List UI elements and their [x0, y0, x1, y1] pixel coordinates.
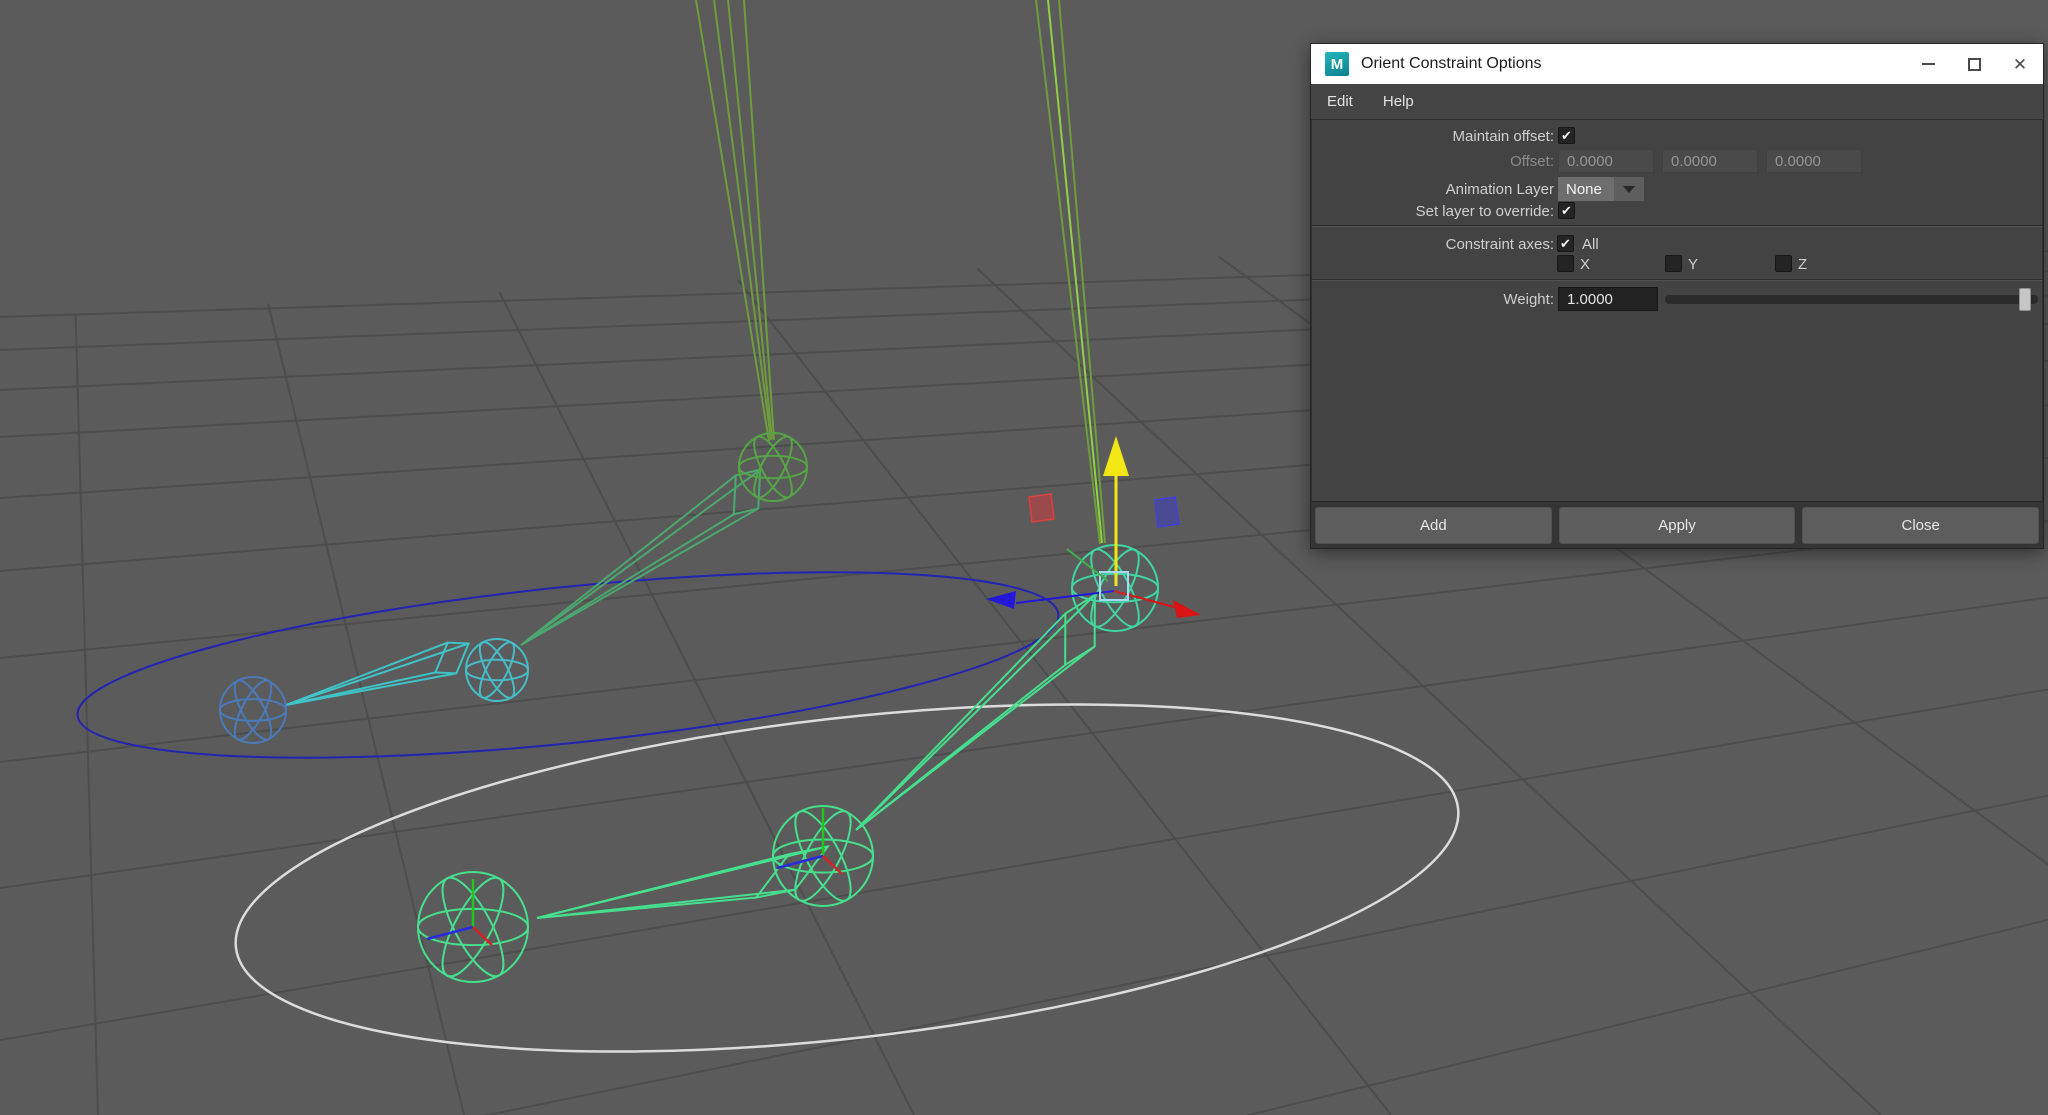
offscreen-bone-lines-left[interactable] — [696, 0, 774, 441]
animation-layer-label: Animation Layer — [1312, 181, 1554, 198]
dialog-titlebar[interactable]: M Orient Constraint Options ✕ — [1311, 44, 2043, 84]
axes-x-checkbox[interactable] — [1557, 255, 1574, 272]
add-button[interactable]: Add — [1315, 507, 1552, 544]
check-icon: ✔ — [1561, 129, 1572, 142]
manip-center-handle[interactable] — [1100, 572, 1128, 600]
maximize-icon — [1968, 58, 1981, 71]
weight-slider[interactable] — [1665, 295, 2038, 304]
offset-x-field: 0.0000 — [1558, 149, 1654, 173]
constraint-axes-label: Constraint axes: — [1312, 236, 1554, 253]
chevron-down-icon — [1623, 186, 1635, 193]
menu-help[interactable]: Help — [1383, 93, 1414, 110]
set-layer-override-label: Set layer to override: — [1312, 203, 1554, 220]
bone-cyan-to-blue[interactable] — [286, 643, 469, 705]
check-icon: ✔ — [1561, 204, 1572, 217]
dialog-content: Maintain offset: ✔ Offset: 0.0000 0.0000… — [1311, 119, 2043, 501]
minimize-button[interactable] — [1905, 44, 1951, 84]
manip-plane-x[interactable] — [1029, 494, 1054, 522]
close-window-button[interactable]: ✕ — [1997, 44, 2043, 84]
maximize-button[interactable] — [1951, 44, 1997, 84]
dialog-title: Orient Constraint Options — [1361, 55, 1542, 73]
axes-y-label: Y — [1688, 256, 1698, 273]
animation-layer-dropdown[interactable]: None — [1558, 177, 1644, 201]
orient-constraint-options-dialog: M Orient Constraint Options ✕ Edit Help … — [1310, 43, 2044, 549]
axes-z-checkbox[interactable] — [1775, 255, 1792, 272]
offset-y-field: 0.0000 — [1662, 149, 1758, 173]
separator — [1312, 279, 2042, 281]
axes-all-label: All — [1582, 236, 1599, 253]
joint-cyan[interactable] — [466, 638, 528, 702]
axes-x-label: X — [1580, 256, 1590, 273]
manip-plane-z[interactable] — [1155, 497, 1179, 527]
axes-all-checkbox[interactable]: ✔ — [1557, 235, 1574, 252]
weight-slider-handle[interactable] — [2019, 288, 2031, 311]
offset-z-field: 0.0000 — [1766, 149, 1862, 173]
weight-field[interactable]: 1.0000 — [1558, 287, 1658, 311]
maya-application: M Orient Constraint Options ✕ Edit Help … — [0, 0, 2048, 1115]
bone-mid-to-end[interactable] — [537, 846, 828, 918]
maintain-offset-checkbox[interactable]: ✔ — [1558, 127, 1575, 144]
joint-end[interactable] — [418, 870, 528, 984]
offscreen-bone-line-bright[interactable] — [1048, 0, 1102, 543]
weight-label: Weight: — [1312, 291, 1554, 308]
dialog-button-row: Add Apply Close — [1311, 501, 2043, 548]
close-button[interactable]: Close — [1802, 507, 2039, 544]
joint-green-upper[interactable] — [739, 432, 807, 503]
menu-edit[interactable]: Edit — [1327, 93, 1353, 110]
axes-y-checkbox[interactable] — [1665, 255, 1682, 272]
dropdown-arrow-button[interactable] — [1614, 177, 1644, 201]
check-icon: ✔ — [1560, 237, 1571, 250]
maya-app-icon: M — [1325, 52, 1349, 76]
close-icon: ✕ — [2013, 56, 2027, 73]
offset-label: Offset: — [1312, 153, 1554, 170]
joint-blue-end[interactable] — [220, 676, 286, 744]
separator — [1312, 225, 2042, 227]
apply-button[interactable]: Apply — [1559, 507, 1796, 544]
animation-layer-value: None — [1558, 177, 1614, 201]
minimize-icon — [1922, 63, 1935, 65]
set-layer-override-checkbox[interactable]: ✔ — [1558, 202, 1575, 219]
axes-z-label: Z — [1798, 256, 1807, 273]
nurbs-circle-blue[interactable] — [70, 537, 1067, 794]
manip-arrow-y[interactable] — [1103, 436, 1129, 586]
bone-upper-to-cyan[interactable] — [521, 470, 760, 645]
maintain-offset-label: Maintain offset: — [1312, 128, 1554, 145]
dialog-menubar: Edit Help — [1311, 84, 2043, 119]
